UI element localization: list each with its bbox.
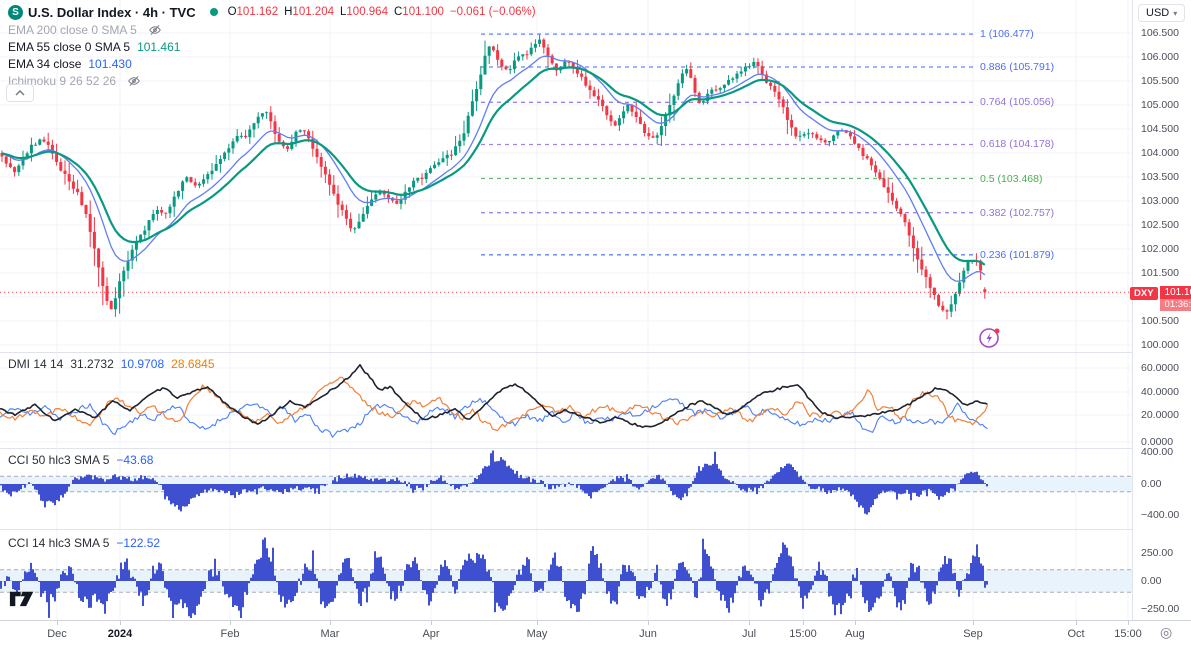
time-axis-label: Sep — [963, 628, 983, 640]
price-axis-label: 105.500 — [1141, 75, 1179, 87]
time-axis-tick — [230, 621, 231, 625]
symbol-title[interactable]: U.S. Dollar Index · 4h · TVC — [28, 5, 196, 20]
price-axis-label: 100.000 — [1141, 339, 1179, 351]
eye-off-icon[interactable] — [148, 23, 162, 37]
indicator-row-ichimoku[interactable]: Ichimoku 9 26 52 26 — [8, 73, 536, 89]
cci50-legend[interactable]: CCI 50 hlc3 SMA 5 −43.68 — [8, 453, 153, 467]
flash-events-button[interactable] — [978, 326, 1002, 350]
price-axis-label: 40.0000 — [1141, 386, 1179, 398]
price-axis-label: 100.500 — [1141, 315, 1179, 327]
currency-dropdown[interactable]: USD ▾ — [1138, 4, 1186, 22]
chart-area[interactable] — [0, 0, 1132, 620]
price-axis-label: 101.500 — [1141, 267, 1179, 279]
time-axis-tick — [120, 621, 121, 625]
price-axis-label: 400.00 — [1141, 446, 1174, 458]
indicator-row-ema55[interactable]: EMA 55 close 0 SMA 5 101.461 — [8, 39, 536, 55]
price-axis-label: 106.000 — [1141, 51, 1179, 63]
pane-separator[interactable] — [0, 529, 1132, 530]
time-axis-label: Jul — [741, 628, 757, 640]
last-price-value: 101.100 — [1159, 286, 1191, 299]
time-axis-label: Jun — [639, 628, 657, 640]
time-axis-tick — [855, 621, 856, 625]
pane-separator[interactable] — [0, 352, 1132, 353]
fib-level-label[interactable]: 0.5 (103.468) — [980, 173, 1042, 185]
price-axis-label: 104.000 — [1141, 147, 1179, 159]
time-axis-tick — [1128, 621, 1129, 625]
time-axis-label: 15:00 — [1114, 628, 1142, 640]
chevron-down-icon: ▾ — [1173, 8, 1178, 18]
time-axis-label: Dec — [47, 628, 67, 640]
time-axis-label: 15:00 — [789, 628, 817, 640]
price-axis-label: 103.500 — [1141, 171, 1179, 183]
price-axis-label: 0.00 — [1141, 575, 1162, 587]
time-axis-tick — [537, 621, 538, 625]
price-axis-label: 106.500 — [1141, 27, 1179, 39]
tradingview-logo[interactable] — [9, 589, 43, 611]
bar-countdown: 01:36:36 — [1159, 299, 1191, 311]
time-axis-tick — [330, 621, 331, 625]
time-axis-label: Oct — [1067, 628, 1085, 640]
time-axis-label: Feb — [220, 628, 240, 640]
main-legend: S U.S. Dollar Index · 4h · TVC O101.162 … — [8, 3, 536, 90]
fib-level-label[interactable]: 0.618 (104.178) — [980, 138, 1054, 150]
price-axis-label: 105.000 — [1141, 99, 1179, 111]
time-axis-label: Apr — [422, 628, 440, 640]
price-axis-label: 0.00 — [1141, 478, 1162, 490]
ticker-badge: DXY — [1130, 287, 1158, 300]
price-axis-label: −400.00 — [1141, 509, 1180, 521]
legend-collapse-button[interactable] — [6, 84, 34, 102]
time-axis-tick — [803, 621, 804, 625]
time-axis-tick — [431, 621, 432, 625]
time-axis-tick — [1076, 621, 1077, 625]
dmi-legend[interactable]: DMI 14 14 31.2732 10.9708 28.6845 — [8, 357, 215, 371]
time-axis-label: Mar — [320, 628, 340, 640]
cci14-legend[interactable]: CCI 14 hlc3 SMA 5 −122.52 — [8, 536, 160, 550]
plus-di-value: 10.9708 — [120, 357, 165, 371]
market-status-dot — [209, 8, 218, 16]
time-axis-label: May — [526, 628, 548, 640]
change-value: −0.061 (−0.06%) — [449, 6, 536, 18]
price-axis-label: 102.500 — [1141, 219, 1179, 231]
symbol-title-row[interactable]: S U.S. Dollar Index · 4h · TVC O101.162 … — [8, 3, 536, 21]
price-axis-label: 60.0000 — [1141, 362, 1179, 374]
price-axis-label: 20.0000 — [1141, 409, 1179, 421]
pane-separator[interactable] — [0, 448, 1132, 449]
fib-level-label[interactable]: 0.236 (101.879) — [980, 249, 1054, 261]
cci50-value: −43.68 — [116, 453, 154, 467]
time-axis[interactable]: ◎ Dec 2024 Feb Mar Apr May Jun Jul 15:00 Aug Sep Oc… — [0, 620, 1191, 649]
time-axis-label: Aug — [845, 628, 865, 640]
ema55-value: 101.461 — [137, 40, 181, 54]
time-axis-tick — [973, 621, 974, 625]
time-axis-tick — [648, 621, 649, 625]
indicator-row-ema200[interactable]: EMA 200 close 0 SMA 5 — [8, 22, 536, 38]
price-axis-label: 250.00 — [1141, 547, 1174, 559]
indicator-row-ema34[interactable]: EMA 34 close 101.430 — [8, 56, 536, 72]
tradingview-chart-window: S U.S. Dollar Index · 4h · TVC O101.162 … — [0, 0, 1191, 649]
price-axis-label: 102.000 — [1141, 243, 1179, 255]
cci14-value: −122.52 — [116, 536, 161, 550]
eye-off-icon[interactable] — [127, 74, 141, 88]
time-axis-tick — [57, 621, 58, 625]
fib-level-label[interactable]: 0.764 (105.056) — [980, 96, 1054, 108]
adx-value: 31.2732 — [70, 357, 114, 371]
price-axis-label: 104.500 — [1141, 123, 1179, 135]
time-axis-label: 2024 — [107, 628, 133, 640]
price-axis-label: −250.00 — [1141, 603, 1180, 615]
go-to-date-icon[interactable]: ◎ — [1160, 624, 1172, 641]
fib-level-label[interactable]: 0.382 (102.757) — [980, 207, 1054, 219]
last-price-label: DXY 101.100 01:36:36 — [1130, 286, 1191, 311]
fib-level-label[interactable]: 0.886 (105.791) — [980, 61, 1054, 73]
ohlc-values: O101.162 H101.204 L100.964 C101.100 −0.0… — [227, 6, 536, 18]
ema34-value: 101.430 — [88, 57, 132, 71]
minus-di-value: 28.6845 — [171, 357, 215, 371]
fib-level-label[interactable]: 1 (106.477) — [980, 28, 1034, 40]
price-axis-label: 103.000 — [1141, 195, 1179, 207]
time-axis-tick — [749, 621, 750, 625]
symbol-logo: S — [8, 4, 23, 20]
